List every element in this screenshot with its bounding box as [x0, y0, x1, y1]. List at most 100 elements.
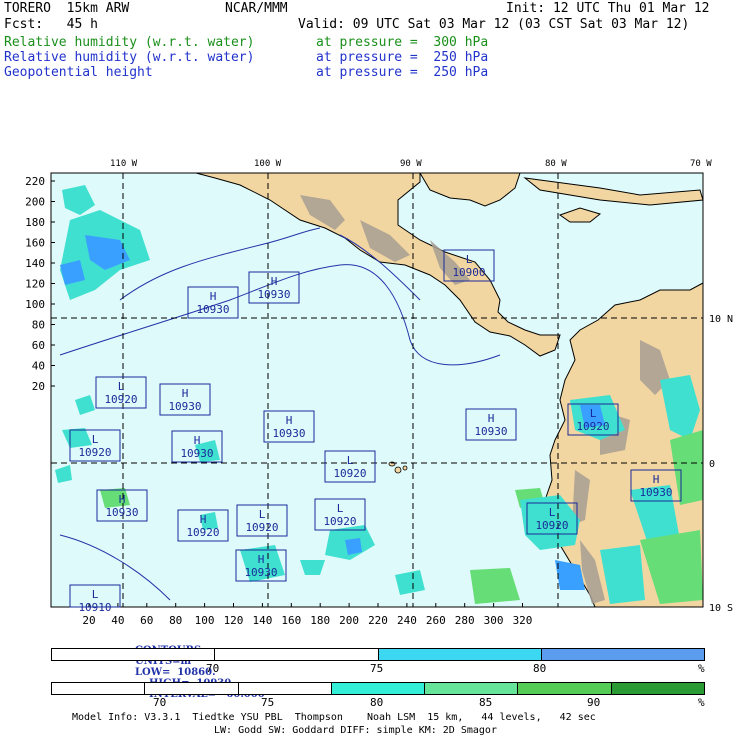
- center-value: 10930: [639, 486, 672, 499]
- center-type: L: [347, 454, 354, 467]
- center-type: L: [337, 502, 344, 515]
- model-info-line1: Model Info: V3.3.1 Tiedtke YSU PBL Thomp…: [72, 712, 596, 723]
- contours-low: LOW= 10860.: [134, 667, 216, 678]
- bottom-tick-label: 220: [368, 614, 388, 627]
- colorbar-rh-300: [51, 682, 705, 695]
- right-lat-labels: 10 N 0 10 S: [709, 314, 733, 614]
- center-value: 10920: [333, 467, 366, 480]
- colorbar-segment: [238, 683, 332, 694]
- colorbar-segment: [425, 683, 519, 694]
- bottom-tick-label: 40: [111, 614, 124, 627]
- colorbar-segment: [518, 683, 612, 694]
- center-value: 10930: [105, 506, 138, 519]
- colorbar-segment: [611, 683, 704, 694]
- center-value: 10930: [168, 400, 201, 413]
- center-type: L: [590, 407, 597, 420]
- weather-map: 220 200 180 160 140 120 100 80 60 40 20 20 40 60 80 10…: [25, 159, 733, 627]
- center-value: 10910: [78, 601, 111, 614]
- cbar1-unit: %: [698, 662, 705, 675]
- bottom-tick-label: 160: [281, 614, 301, 627]
- left-tick-label: 220: [25, 175, 45, 188]
- bottom-tick-label: 280: [455, 614, 475, 627]
- bottom-tick-label: 100: [195, 614, 215, 627]
- colorbar-segment: [378, 649, 542, 660]
- cbar2-tick-85: 85: [479, 696, 493, 709]
- center-value: 10920: [323, 515, 356, 528]
- lon-label-70w: 70 W: [690, 159, 712, 169]
- center-value: 10920: [78, 446, 111, 459]
- center-value: 10930: [272, 427, 305, 440]
- center-value: 10930: [180, 447, 213, 460]
- center-type: L: [92, 588, 99, 601]
- center-value: 10920: [576, 420, 609, 433]
- colorbar-segment: [145, 683, 239, 694]
- left-tick-label: 60: [32, 339, 45, 352]
- colorbar-rh-250: [51, 648, 705, 661]
- left-tick-label: 200: [25, 196, 45, 209]
- left-tick-label: 120: [25, 278, 45, 291]
- cbar1-tick-80: 80: [533, 662, 547, 675]
- lon-label-110w: 110 W: [110, 159, 138, 169]
- center-type: L: [466, 253, 473, 266]
- lat-label-0: 0: [709, 459, 715, 470]
- model-info-line2: LW: Godd SW: Goddard DIFF: simple KM: 2D…: [214, 725, 497, 736]
- lon-label-80w: 80 W: [545, 159, 567, 169]
- center-type: H: [653, 473, 660, 486]
- center-type: H: [488, 412, 495, 425]
- center-value: 10930: [257, 288, 290, 301]
- center-type: H: [119, 493, 126, 506]
- center-type: H: [200, 513, 207, 526]
- cbar2-tick-90: 90: [587, 696, 601, 709]
- top-lon-labels: 110 W 100 W 90 W 80 W 70 W: [110, 159, 712, 169]
- center-value: 10930: [474, 425, 507, 438]
- center-value: 10930: [196, 303, 229, 316]
- bottom-tick-label: 20: [82, 614, 95, 627]
- cbar1-tick-70: 70: [206, 662, 220, 675]
- colorbar-segment: [52, 649, 216, 660]
- center-type: H: [210, 290, 217, 303]
- cbar2-tick-75: 75: [261, 696, 275, 709]
- center-value: 10920: [245, 521, 278, 534]
- bottom-tick-label: 140: [252, 614, 272, 627]
- left-tick-label: 160: [25, 237, 45, 250]
- lat-label-10s: 10 S: [709, 603, 733, 614]
- cbar2-unit: %: [698, 696, 705, 709]
- center-value: 10920: [186, 526, 219, 539]
- left-tick-label: 100: [25, 298, 45, 311]
- bottom-tick-label: 180: [310, 614, 330, 627]
- bottom-tick-label: 60: [140, 614, 153, 627]
- center-type: L: [118, 380, 125, 393]
- center-type: H: [271, 275, 278, 288]
- left-tick-label: 80: [32, 319, 45, 332]
- bottom-tick-label: 320: [513, 614, 533, 627]
- colorbar-segment: [215, 649, 379, 660]
- left-tick-label: 40: [32, 360, 45, 373]
- left-tick-label: 20: [32, 380, 45, 393]
- colorbar-segment: [52, 683, 146, 694]
- center-type: L: [92, 433, 99, 446]
- center-type: L: [549, 506, 556, 519]
- bottom-tick-label: 240: [397, 614, 417, 627]
- center-value: 10920: [535, 519, 568, 532]
- cbar2-tick-80: 80: [370, 696, 384, 709]
- bottom-tick-label: 300: [484, 614, 504, 627]
- center-type: H: [258, 553, 265, 566]
- left-tick-label: 140: [25, 257, 45, 270]
- bottom-tick-label: 120: [224, 614, 244, 627]
- center-value: 10900: [452, 266, 485, 279]
- colorbar-segment: [331, 683, 426, 694]
- cbar2-tick-70: 70: [153, 696, 167, 709]
- center-type: L: [259, 508, 266, 521]
- center-value: 10930: [244, 566, 277, 579]
- center-type: H: [182, 387, 189, 400]
- lon-label-100w: 100 W: [254, 159, 282, 169]
- cbar1-tick-75: 75: [370, 662, 384, 675]
- bottom-tick-label: 200: [339, 614, 359, 627]
- left-tick-label: 180: [25, 216, 45, 229]
- colorbar-segment: [541, 649, 704, 660]
- bottom-tick-label: 260: [426, 614, 446, 627]
- center-type: H: [286, 414, 293, 427]
- center-type: H: [194, 434, 201, 447]
- center-value: 10920: [104, 393, 137, 406]
- bottom-tick-label: 80: [169, 614, 182, 627]
